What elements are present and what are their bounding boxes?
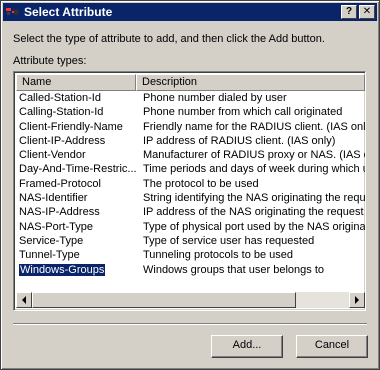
attribute-description: Phone number from which call originated — [143, 106, 343, 119]
attribute-name: Service-Type — [19, 234, 84, 247]
title-bar[interactable]: Select Attribute ? ✕ — [3, 3, 377, 21]
instruction-text: Select the type of attribute to add, and… — [13, 33, 325, 45]
attribute-name: NAS-IP-Address — [19, 206, 100, 219]
cancel-button[interactable]: Cancel — [296, 335, 368, 358]
list-item[interactable]: Client-Friendly-Name Friendly name for t… — [16, 120, 365, 134]
attribute-description: Type of service user has requested — [143, 234, 315, 247]
list-item[interactable]: Called-Station-Id Phone number dialed by… — [16, 91, 365, 105]
attribute-name: Called-Station-Id — [19, 92, 101, 104]
list-item[interactable]: NAS-IP-Address IP address of the NAS ori… — [16, 205, 365, 219]
attribute-name: NAS-Identifier — [19, 192, 88, 205]
column-header-description[interactable]: Description — [136, 74, 365, 91]
list-item[interactable]: NAS-Identifier String identifying the NA… — [16, 191, 365, 205]
add-button[interactable]: Add... — [211, 335, 283, 358]
attribute-description: Tunneling protocols to be used — [143, 249, 294, 262]
list-item[interactable]: Tunnel-Type Tunneling protocols to be us… — [16, 248, 365, 262]
list-header: Name Description — [16, 74, 365, 91]
attribute-name: Windows-Groups — [19, 263, 106, 276]
scrollbar-track[interactable] — [32, 292, 349, 308]
attribute-description: The protocol to be used — [143, 177, 259, 190]
attribute-name: Calling-Station-Id — [19, 106, 104, 119]
arrow-right-icon[interactable] — [349, 292, 365, 308]
ias-attribute-icon — [5, 5, 21, 19]
help-icon[interactable]: ? — [341, 5, 357, 19]
list-item[interactable]: Day-And-Time-Restric... Time periods and… — [16, 162, 365, 176]
attribute-name: Framed-Protocol — [19, 177, 101, 190]
list-item[interactable]: Client-Vendor Manufacturer of RADIUS pro… — [16, 148, 365, 162]
attribute-name: Day-And-Time-Restric... — [19, 163, 137, 176]
list-item[interactable]: Client-IP-Address IP address of RADIUS c… — [16, 134, 365, 148]
attribute-name: NAS-Port-Type — [19, 220, 93, 233]
attribute-name: Client-Vendor — [19, 149, 86, 162]
select-attribute-dialog: Select Attribute ? ✕ Select the type of … — [0, 0, 380, 370]
attribute-name: Client-Friendly-Name — [19, 120, 123, 133]
attribute-types-list[interactable]: Name Description Called-Station-Id Phone… — [13, 71, 366, 311]
attribute-description: IP address of the NAS originating the re… — [143, 206, 365, 219]
arrow-left-icon[interactable] — [16, 292, 32, 308]
list-item[interactable]: Framed-Protocol The protocol to be used — [16, 177, 365, 191]
attribute-description: String identifying the NAS originating t… — [143, 192, 365, 205]
attribute-description: Time periods and days of week during whi… — [143, 163, 365, 176]
scrollbar-thumb[interactable] — [32, 292, 296, 308]
attribute-description: Friendly name for the RADIUS client. (IA… — [143, 120, 365, 133]
list-item[interactable]: Service-Type Type of service user has re… — [16, 234, 365, 248]
dialog-title: Select Attribute — [24, 5, 113, 19]
list-body: Called-Station-Id Phone number dialed by… — [16, 91, 365, 277]
list-item[interactable]: Calling-Station-Id Phone number from whi… — [16, 105, 365, 119]
attribute-description: Manufacturer of RADIUS proxy or NAS. (IA… — [143, 149, 365, 162]
attribute-description: Type of physical port used by the NAS or… — [143, 220, 365, 233]
attribute-description: Phone number dialed by user — [143, 92, 287, 104]
divider — [13, 323, 367, 325]
attribute-description: Windows groups that user belongs to — [143, 263, 324, 276]
close-icon[interactable]: ✕ — [359, 5, 375, 19]
attribute-types-label: Attribute types: — [13, 55, 87, 67]
column-header-name[interactable]: Name — [16, 74, 136, 91]
list-item[interactable]: NAS-Port-Type Type of physical port used… — [16, 220, 365, 234]
list-item-selected[interactable]: Windows-Groups Windows groups that user … — [16, 263, 365, 277]
horizontal-scrollbar[interactable] — [16, 292, 365, 308]
attribute-description: IP address of RADIUS client. (IAS only) — [143, 134, 336, 147]
attribute-name: Client-IP-Address — [19, 134, 106, 147]
attribute-name: Tunnel-Type — [19, 249, 80, 262]
